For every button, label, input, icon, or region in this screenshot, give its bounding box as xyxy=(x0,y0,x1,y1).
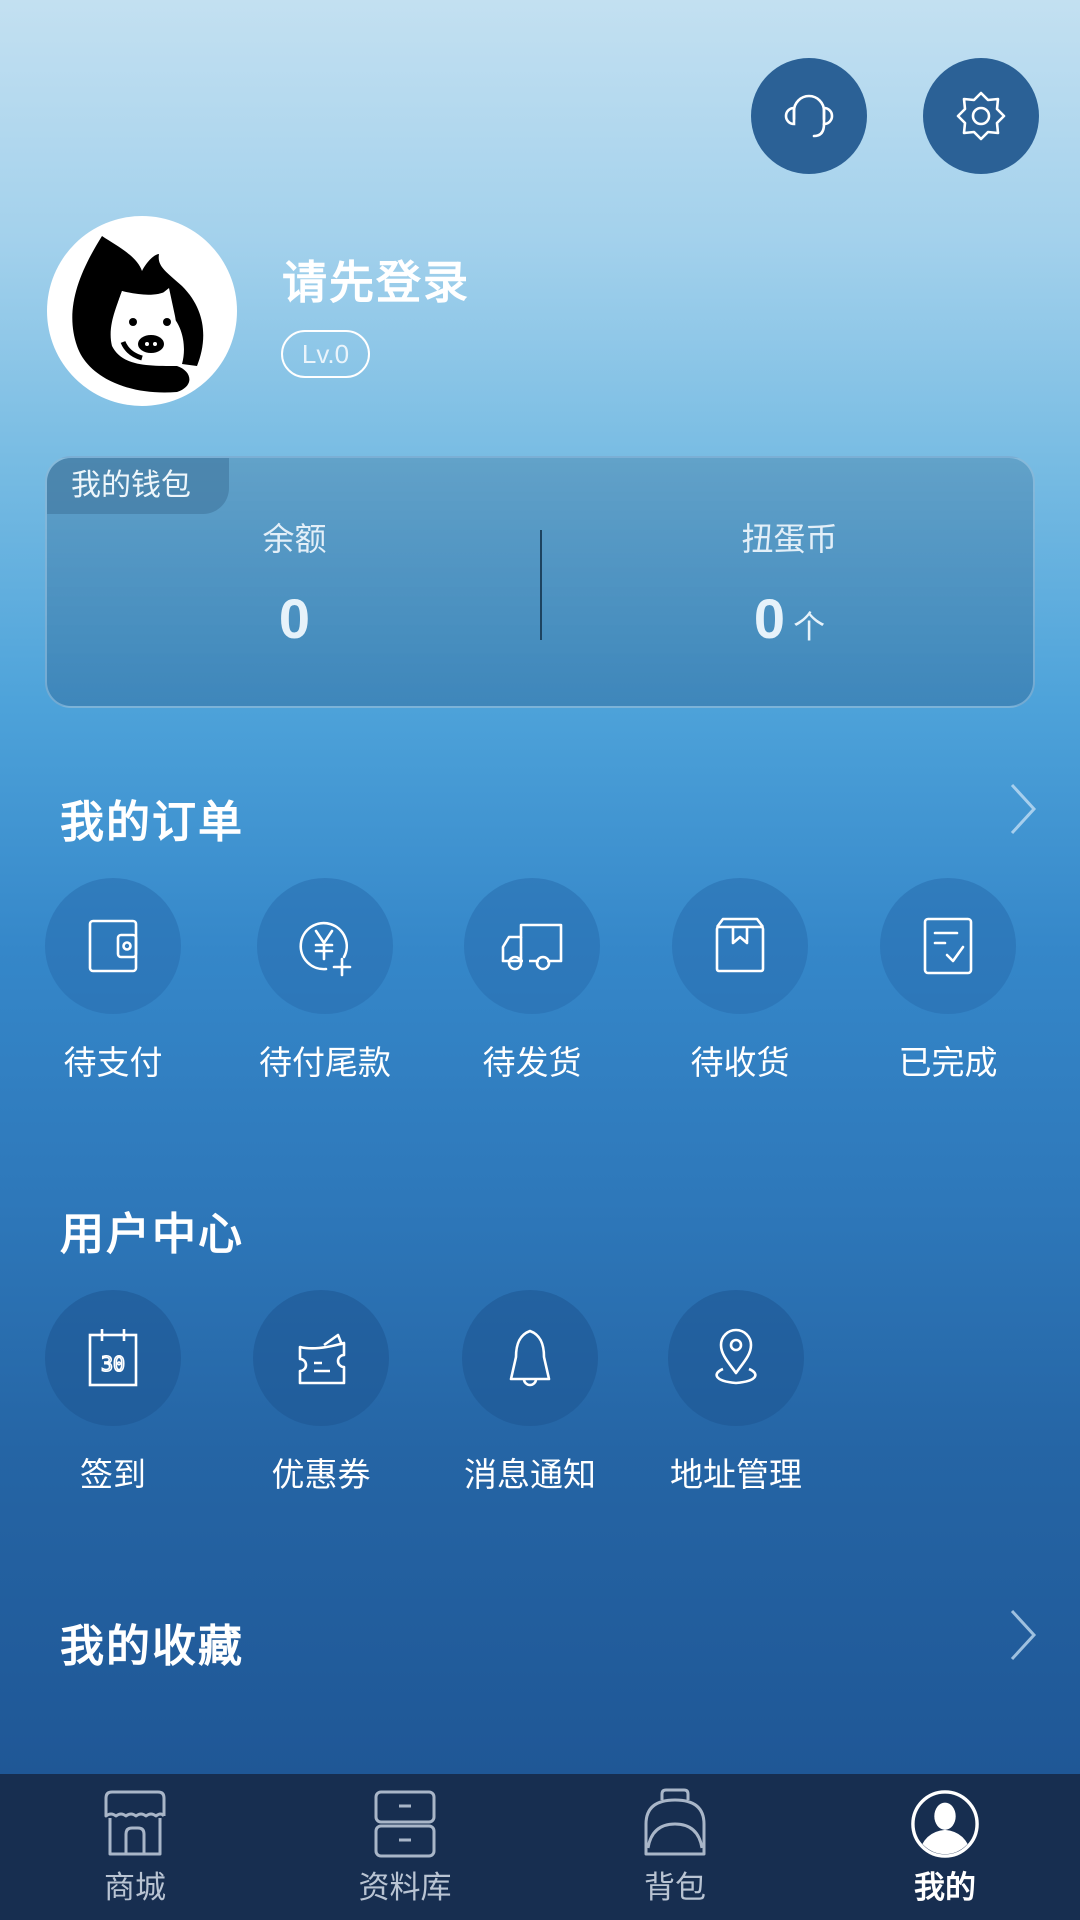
coins-value: 0 xyxy=(753,587,786,650)
order-icon-circle xyxy=(464,878,600,1014)
balance-block[interactable]: 余额 0 xyxy=(47,458,542,706)
order-label: 待收货 xyxy=(690,1043,790,1082)
balance-label: 余额 xyxy=(262,520,327,558)
headset-icon xyxy=(784,94,834,138)
truck-icon xyxy=(501,923,563,971)
coins-label: 扭蛋币 xyxy=(741,520,838,558)
bottom-tab-bar: 商城 资料库 背包 我的 xyxy=(0,1774,1080,1920)
tab-mine[interactable]: 我的 xyxy=(810,1774,1080,1920)
settings-button[interactable] xyxy=(923,58,1039,174)
order-label: 待支付 xyxy=(63,1043,163,1082)
store-icon xyxy=(104,1790,166,1856)
order-icon-circle xyxy=(257,878,393,1014)
coins-block[interactable]: 扭蛋币 0个 xyxy=(542,458,1033,706)
user-center-checkin[interactable]: 30 签到 xyxy=(33,1290,193,1510)
location-pin-icon xyxy=(715,1328,757,1385)
user-center-address[interactable]: 地址管理 xyxy=(656,1290,816,1510)
order-pending-shipment[interactable]: 待发货 xyxy=(452,878,612,1098)
user-icon-circle xyxy=(253,1290,389,1426)
order-label: 待发货 xyxy=(482,1043,582,1082)
level-badge: Lv.0 xyxy=(281,330,370,378)
backpack-icon xyxy=(644,1788,706,1856)
tab-label: 商城 xyxy=(104,1870,166,1906)
calendar-icon: 30 xyxy=(88,1329,138,1387)
order-label: 待付尾款 xyxy=(259,1043,391,1082)
order-pending-payment[interactable]: 待支付 xyxy=(33,878,193,1098)
user-center-label: 地址管理 xyxy=(670,1455,802,1494)
user-center-label: 签到 xyxy=(80,1455,146,1494)
order-completed[interactable]: 已完成 xyxy=(868,878,1028,1098)
user-center-title: 用户中心 xyxy=(60,1209,244,1260)
order-pending-balance[interactable]: 待付尾款 xyxy=(245,878,405,1098)
tab-backpack[interactable]: 背包 xyxy=(540,1774,810,1920)
user-center-label: 优惠券 xyxy=(271,1455,371,1494)
user-icon-circle: 30 xyxy=(45,1290,181,1426)
bell-icon xyxy=(509,1329,551,1387)
order-icon-circle xyxy=(672,878,808,1014)
coupon-icon xyxy=(298,1333,346,1385)
checklist-icon xyxy=(923,917,973,975)
package-icon xyxy=(715,917,765,973)
customer-service-button[interactable] xyxy=(751,58,867,174)
wallet-card: 我的钱包 余额 0 扭蛋币 0个 xyxy=(45,456,1035,708)
favorites-chevron-right-icon[interactable] xyxy=(1008,1608,1038,1662)
tab-label: 资料库 xyxy=(358,1870,452,1906)
user-icon-circle xyxy=(462,1290,598,1426)
coins-value-wrap: 0个 xyxy=(542,586,1033,651)
coins-unit: 个 xyxy=(793,609,826,645)
user-center-coupons[interactable]: 优惠券 xyxy=(241,1290,401,1510)
tab-label: 背包 xyxy=(644,1870,706,1906)
favorites-title[interactable]: 我的收藏 xyxy=(60,1610,244,1674)
tab-store[interactable]: 商城 xyxy=(0,1774,270,1920)
user-center-label: 消息通知 xyxy=(464,1455,596,1494)
user-icon xyxy=(911,1790,979,1858)
order-pending-receipt[interactable]: 待收货 xyxy=(660,878,820,1098)
user-center-notifications[interactable]: 消息通知 xyxy=(450,1290,610,1510)
pig-mascot-avatar-icon xyxy=(72,236,204,393)
tab-label: 我的 xyxy=(914,1870,976,1906)
drawers-icon xyxy=(374,1790,436,1858)
svg-text:30: 30 xyxy=(101,1352,125,1376)
order-icon-circle xyxy=(880,878,1016,1014)
balance-value: 0 xyxy=(278,587,311,650)
user-icon-circle xyxy=(668,1290,804,1426)
login-prompt[interactable]: 请先登录 xyxy=(282,246,470,311)
orders-chevron-right-icon[interactable] xyxy=(1008,782,1038,836)
gear-icon xyxy=(956,91,1006,141)
order-label: 已完成 xyxy=(898,1043,998,1082)
orders-title: 我的订单 xyxy=(60,797,244,848)
tab-library[interactable]: 资料库 xyxy=(270,1774,540,1920)
avatar[interactable] xyxy=(47,216,237,406)
order-icon-circle xyxy=(45,878,181,1014)
yen-plus-icon xyxy=(299,921,352,977)
wallet-icon xyxy=(88,919,138,973)
